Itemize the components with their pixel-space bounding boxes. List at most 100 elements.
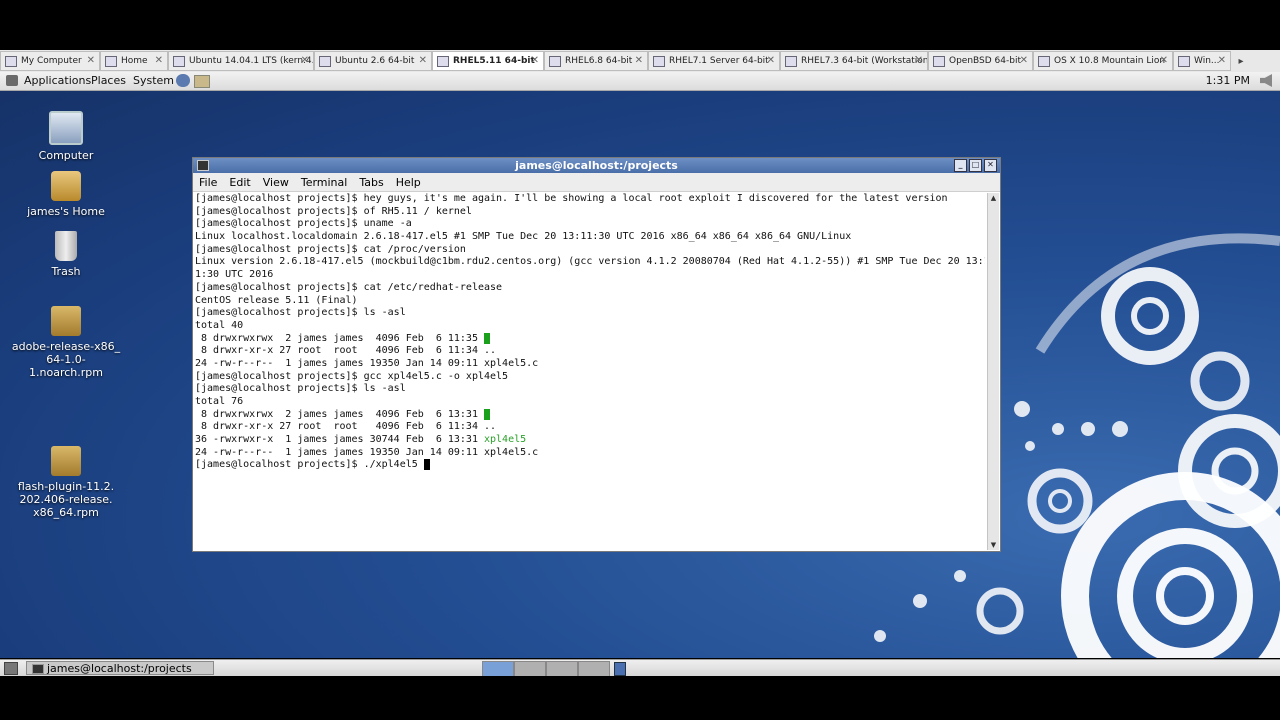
- vm-tab-label: OS X 10.8 Mountain Lion: [1054, 56, 1166, 66]
- scroll-down-arrow-icon[interactable]: ▼: [988, 540, 999, 550]
- vm-icon: [1178, 55, 1190, 67]
- close-tab-icon[interactable]: ✕: [301, 55, 309, 66]
- applications-menu[interactable]: Applications: [24, 74, 91, 87]
- terminal-line: 24 -rw-r--r-- 1 james james 19350 Jan 14…: [195, 357, 539, 369]
- places-menu[interactable]: Places: [91, 74, 126, 87]
- vm-tab[interactable]: Ubuntu 2.6 64-bit ✕: [314, 51, 432, 71]
- bottom-black-bar: [0, 676, 1280, 720]
- workspace-3[interactable]: [546, 661, 578, 677]
- desktop-icon-label: Computer: [38, 149, 94, 162]
- terminal-line: [james@localhost projects]$ cat /etc/red…: [195, 281, 503, 293]
- vm-tab-label: Win...: [1194, 56, 1220, 66]
- desktop-icon-label: flash-plugin-11.2. 202.406-release. x86_…: [17, 480, 115, 519]
- desktop-icon[interactable]: james's Home: [11, 171, 121, 218]
- terminal-highlight: xpl4el5: [483, 434, 527, 446]
- system-menu[interactable]: System: [133, 74, 174, 87]
- desktop-icon-label: adobe-release-x86_ 64-1.0-1.noarch.rpm: [11, 340, 121, 379]
- menu-tabs[interactable]: Tabs: [359, 176, 383, 189]
- minimize-button[interactable]: _: [954, 159, 967, 172]
- network-icon[interactable]: [176, 74, 190, 87]
- desktop-icon[interactable]: Trash: [11, 231, 121, 278]
- terminal-line: 24 -rw-r--r-- 1 james james 19350 Jan 14…: [195, 446, 539, 458]
- scroll-up-arrow-icon[interactable]: ▲: [988, 193, 999, 203]
- terminal-scrollbar[interactable]: ▲ ▼: [987, 193, 999, 550]
- terminal-window[interactable]: james@localhost:/projects _ □ ✕ File Edit…: [192, 157, 1001, 552]
- email-icon[interactable]: [194, 75, 210, 88]
- workspace-4[interactable]: [578, 661, 610, 677]
- taskbar-window-button[interactable]: james@localhost:/projects: [26, 661, 214, 675]
- vm-tab[interactable]: Home ✕: [100, 51, 168, 71]
- vm-icon: [437, 55, 449, 67]
- close-tab-icon[interactable]: ✕: [1218, 55, 1226, 66]
- menu-file[interactable]: File: [199, 176, 217, 189]
- vm-icon: [549, 55, 561, 67]
- terminal-line: [james@localhost projects]$ hey guys, it…: [195, 193, 948, 204]
- terminal-icon: [32, 664, 44, 674]
- vm-icon: [785, 55, 797, 67]
- close-tab-icon[interactable]: ✕: [155, 55, 163, 66]
- workspace-2[interactable]: [514, 661, 546, 677]
- terminal-line: [james@localhost projects]$ ls -asl: [195, 307, 406, 319]
- volume-icon[interactable]: [1260, 74, 1272, 87]
- vm-tab[interactable]: RHEL6.8 64-bit ✕: [544, 51, 648, 71]
- gnome-bottom-panel: james@localhost:/projects: [0, 659, 1280, 677]
- close-tab-icon[interactable]: ✕: [767, 55, 775, 66]
- clock[interactable]: 1:31 PM: [1206, 74, 1250, 87]
- terminal-line: [james@localhost projects]$ cat /proc/ve…: [195, 243, 466, 255]
- close-button[interactable]: ✕: [984, 159, 997, 172]
- show-desktop-icon[interactable]: [4, 662, 18, 675]
- gnome-top-panel: Applications Places System 1:31 PM: [0, 72, 1280, 91]
- tab-scroll-right-icon[interactable]: ▸: [1231, 50, 1251, 72]
- vm-tab[interactable]: OpenBSD 64-bit ✕: [928, 51, 1033, 71]
- workspace-1[interactable]: [482, 661, 514, 677]
- vm-tab[interactable]: OS X 10.8 Mountain Lion ✕: [1033, 51, 1173, 71]
- package-icon: [51, 446, 81, 476]
- menu-edit[interactable]: Edit: [229, 176, 250, 189]
- menu-terminal[interactable]: Terminal: [301, 176, 348, 189]
- maximize-button[interactable]: □: [969, 159, 982, 172]
- terminal-line: 8 drwxr-xr-x 27 root root 4096 Feb 6 11:…: [195, 345, 497, 357]
- close-tab-icon[interactable]: ✕: [87, 55, 95, 66]
- terminal-line: CentOS release 5.11 (Final): [195, 294, 358, 306]
- close-tab-icon[interactable]: ✕: [915, 55, 923, 66]
- vm-tab[interactable]: Ubuntu 14.04.1 LTS (kern.4.4....✕: [168, 51, 314, 71]
- terminal-line: 8 drwxr-xr-x 27 root root 4096 Feb 6 11:…: [195, 421, 497, 433]
- vm-tab[interactable]: RHEL7.1 Server 64-bit ✕: [648, 51, 780, 71]
- close-tab-icon[interactable]: ✕: [1020, 55, 1028, 66]
- desktop-icon[interactable]: Computer: [11, 111, 121, 162]
- terminal-line: [james@localhost projects]$ ./xpl4el5: [195, 459, 985, 472]
- desktop-icon[interactable]: flash-plugin-11.2. 202.406-release. x86_…: [11, 446, 121, 519]
- menu-help[interactable]: Help: [396, 176, 421, 189]
- terminal-line: [james@localhost projects]$ gcc xpl4el5.…: [195, 370, 509, 382]
- vm-tab-label: RHEL7.3 64-bit (Workstation): [801, 56, 928, 66]
- terminal-output[interactable]: [james@localhost projects]$ hey guys, it…: [195, 193, 985, 546]
- terminal-line: 8 drwxrwxrwx 2 james james 4096 Feb 6 11…: [195, 332, 491, 344]
- window-titlebar[interactable]: james@localhost:/projects _ □ ✕: [193, 158, 1000, 173]
- trash-icon: [55, 231, 77, 261]
- vm-tab[interactable]: Win... ✕: [1173, 51, 1231, 71]
- window-title: james@localhost:/projects: [515, 159, 678, 172]
- terminal-icon[interactable]: [197, 160, 209, 171]
- vm-tab-label: OpenBSD 64-bit: [949, 56, 1021, 66]
- vm-icon: [105, 55, 117, 67]
- top-black-bar: [0, 0, 1280, 50]
- window-menubar: File Edit View Terminal Tabs Help: [193, 173, 1000, 192]
- desktop-icon[interactable]: adobe-release-x86_ 64-1.0-1.noarch.rpm: [11, 306, 121, 379]
- terminal-line: Linux localhost.localdomain 2.6.18-417.e…: [195, 231, 852, 243]
- vm-tab-label: Ubuntu 14.04.1 LTS (kern.4.4....: [189, 56, 313, 66]
- terminal-line: [james@localhost projects]$ of RH5.11 / …: [195, 205, 472, 217]
- terminal-highlight: .: [483, 332, 491, 344]
- vm-icon: [5, 55, 17, 67]
- close-tab-icon[interactable]: ✕: [419, 55, 427, 66]
- trash-applet-icon[interactable]: [614, 662, 626, 676]
- close-tab-icon[interactable]: ✕: [635, 55, 643, 66]
- menu-view[interactable]: View: [263, 176, 289, 189]
- close-tab-icon[interactable]: ✕: [531, 55, 539, 66]
- close-tab-icon[interactable]: ✕: [1160, 55, 1168, 66]
- vm-tab-label: RHEL7.1 Server 64-bit: [669, 56, 769, 66]
- vm-tab[interactable]: My Computer ✕: [0, 51, 100, 71]
- computer-icon: [49, 111, 83, 145]
- terminal-highlight: .: [483, 408, 491, 420]
- vm-tab[interactable]: RHEL5.11 64-bit ✕: [432, 51, 544, 71]
- vm-tab[interactable]: RHEL7.3 64-bit (Workstation) ✕: [780, 51, 928, 71]
